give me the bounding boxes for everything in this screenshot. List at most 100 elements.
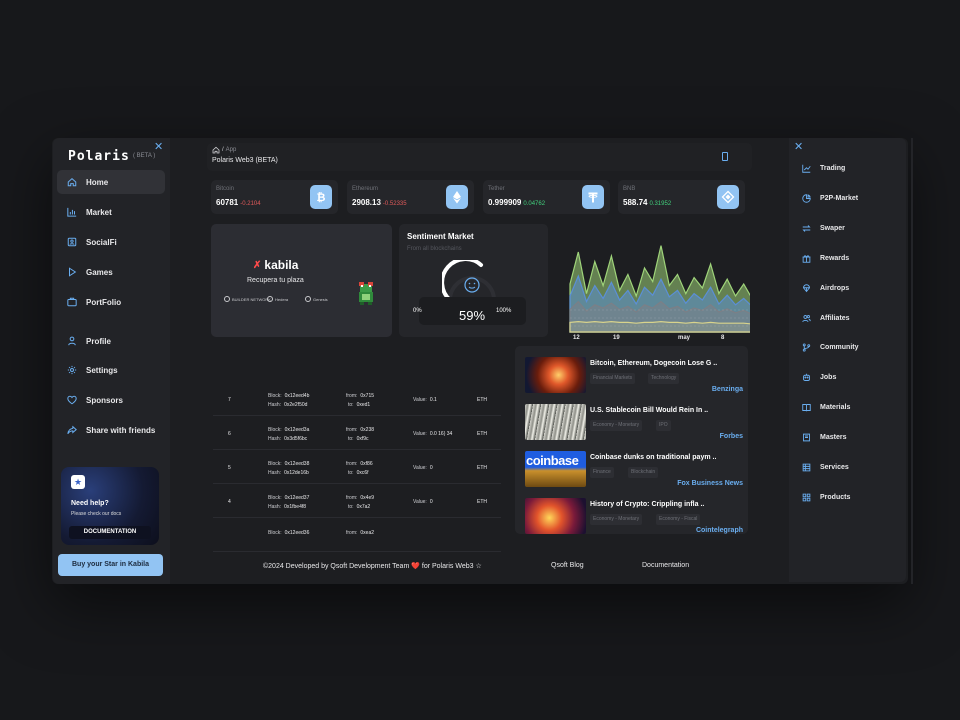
sidebar-item-label: Share with friends — [86, 425, 156, 435]
right-nav-community[interactable]: Community — [802, 340, 859, 354]
close-icon[interactable]: ✕ — [154, 140, 163, 153]
news-source[interactable]: Forbes — [720, 433, 743, 440]
right-nav-swaper[interactable]: Swaper — [802, 221, 845, 235]
left-sidebar: Polaris ( BETA ) ✕ Home Market SocialFi … — [53, 138, 170, 584]
news-tag: Blockchain — [628, 467, 659, 478]
tx-block: Block: 0x12eed4b — [268, 393, 310, 399]
home-icon[interactable] — [212, 146, 220, 154]
smile-icon — [464, 277, 480, 293]
tx-token: ETH — [477, 431, 487, 437]
right-nav-products[interactable]: Products — [802, 490, 850, 504]
documentation-button[interactable]: DOCUMENTATION — [69, 526, 151, 539]
sidebar-item-portfolio[interactable]: PortFolio — [57, 290, 165, 314]
swap-icon — [802, 224, 811, 232]
news-tag: IPO — [656, 420, 671, 431]
table-row[interactable]: 6 Block: 0x12eed3a Hash: 0x3d5f6bc from: 0x238… — [213, 416, 501, 450]
chart-x-tick: 19 — [613, 335, 620, 341]
sidebar-item-label: Sponsors — [86, 395, 123, 405]
header-bar — [207, 143, 752, 171]
sidebar-item-profile[interactable]: Profile — [57, 329, 165, 353]
news-tag: Economy - Monetary — [590, 514, 643, 525]
right-nav-rewards[interactable]: Rewards — [802, 251, 849, 265]
ethereum-icon — [446, 185, 468, 209]
right-nav-trading[interactable]: Trading — [802, 161, 845, 175]
news-source[interactable]: Benzinga — [712, 386, 743, 393]
news-tag: Financial Markets — [590, 373, 636, 384]
news-item[interactable]: History of Crypto: Crippling infla .. Ec… — [525, 498, 743, 534]
sidebar-item-games[interactable]: Games — [57, 260, 165, 284]
sidebar-item-market[interactable]: Market — [57, 200, 165, 224]
tx-hash: Hash: 0x12de16b — [268, 470, 309, 476]
table-row[interactable]: 7 Block: 0x12eed4b Hash: 0x2e2f50d from: 0x715… — [213, 382, 501, 416]
tx-to: to: 0xed1 — [348, 402, 371, 408]
server-icon — [802, 463, 811, 471]
market-area-chart: 12 19 may 8 — [569, 245, 750, 341]
tx-from: from: 0x4e9 — [346, 495, 375, 501]
sidebar-item-share[interactable]: Share with friends — [57, 418, 165, 442]
star-icon: ★ — [71, 475, 85, 489]
kabila-subtitle: Recupera tu plaza — [247, 277, 304, 284]
partner-icon — [224, 296, 230, 302]
sidebar-item-sponsors[interactable]: Sponsors — [57, 388, 165, 412]
sidebar-item-label: PortFolio — [86, 297, 122, 307]
news-title: Coinbase dunks on traditional paym .. — [590, 454, 717, 461]
right-nav-p2p-market[interactable]: P2P-Market — [802, 191, 858, 205]
gear-icon — [67, 365, 77, 375]
sidebar-item-socialfi[interactable]: SocialFi — [57, 230, 165, 254]
coin-card-bitcoin[interactable]: Bitcoin 60781 -0.2104 ₿ — [211, 180, 338, 214]
tx-block: Block: 0x12eed37 — [268, 495, 310, 501]
sentiment-min: 0% — [413, 308, 422, 314]
coin-name: Ethereum — [352, 186, 379, 192]
sidebar-item-home[interactable]: Home — [57, 170, 165, 194]
right-nav-masters[interactable]: Masters — [802, 430, 846, 444]
parachute-icon — [803, 283, 810, 292]
coin-price: 588.74 0.31952 — [623, 198, 672, 207]
news-title: Bitcoin, Ethereum, Dogecoin Lose G .. — [590, 360, 718, 367]
kabila-banner[interactable]: ✗ kabila Recupera tu plaza BUILDER NETWOR… — [211, 224, 392, 337]
help-title: Need help? — [71, 500, 109, 507]
coin-price: 0.999909 0.04762 — [488, 198, 546, 207]
sentiment-card: Sentiment Market From all blockchains 0%… — [399, 224, 548, 337]
news-image: coinbase — [525, 451, 586, 487]
coin-card-tether[interactable]: Tether 0.999909 0.04762 — [483, 180, 610, 214]
coin-card-bnb[interactable]: BNB 588.74 0.31952 — [618, 180, 745, 214]
id-card-icon — [67, 237, 77, 247]
breadcrumb-page[interactable]: App — [226, 147, 237, 153]
coin-card-ethereum[interactable]: Ethereum 2908.13 -0.52335 — [347, 180, 474, 214]
table-row[interactable]: 5 Block: 0x12eed38 Hash: 0x12de16b from: 0xf86… — [213, 450, 501, 484]
news-item[interactable]: Bitcoin, Ethereum, Dogecoin Lose G .. Fi… — [525, 357, 743, 397]
sidebar-item-settings[interactable]: Settings — [57, 358, 165, 382]
tx-from: from: 0xea2 — [346, 530, 375, 536]
bitcoin-icon: ₿ — [310, 185, 332, 209]
partner-icon — [267, 296, 273, 302]
news-item[interactable]: coinbase Coinbase dunks on traditional p… — [525, 451, 743, 491]
news-source[interactable]: Cointelegraph — [696, 527, 743, 534]
coin-change: 0.04762 — [523, 201, 546, 207]
right-nav-services[interactable]: Services — [802, 460, 849, 474]
news-source[interactable]: Fox Business News — [677, 480, 743, 487]
phone-icon[interactable] — [722, 152, 728, 161]
partner-logo: BUILDER NETWORK — [224, 296, 271, 302]
close-icon[interactable]: ✕ — [794, 140, 803, 153]
coin-price: 2908.13 -0.52335 — [352, 198, 407, 207]
footer-blog-link[interactable]: Qsoft Blog — [551, 562, 584, 569]
sidebar-item-label: Games — [86, 267, 113, 277]
right-nav-affiliates[interactable]: Affiliates — [802, 311, 850, 325]
sentiment-subtitle: From all blockchains — [407, 246, 462, 252]
right-nav-jobs[interactable]: Jobs — [802, 370, 836, 384]
table-row[interactable]: 4 Block: 0x12eed37 Hash: 0x1fbe4f8 from: 0x4e9… — [213, 484, 501, 518]
help-card: ★ Need help? Please check our docs DOCUM… — [61, 467, 159, 545]
footer-credit: ©2024 Developed by Qsoft Development Tea… — [263, 563, 482, 570]
right-nav-materials[interactable]: Materials — [802, 400, 850, 414]
right-nav-airdrops[interactable]: Airdrops — [802, 281, 849, 295]
buy-star-button[interactable]: Buy your Star in Kabila — [58, 554, 163, 576]
news-tag: Finance — [590, 467, 614, 478]
polaris-logo[interactable]: Polaris — [68, 149, 130, 164]
news-item[interactable]: U.S. Stablecoin Bill Would Rein In .. Ec… — [525, 404, 743, 444]
tx-value: Value: 0.0 16) 34 — [413, 431, 453, 437]
coin-change: 0.31952 — [649, 201, 672, 207]
table-row[interactable]: Block: 0x12eed36 from: 0xea2 — [213, 518, 501, 552]
footer-docs-link[interactable]: Documentation — [642, 562, 689, 569]
heart-icon — [67, 395, 77, 405]
news-title: U.S. Stablecoin Bill Would Rein In .. — [590, 407, 709, 414]
